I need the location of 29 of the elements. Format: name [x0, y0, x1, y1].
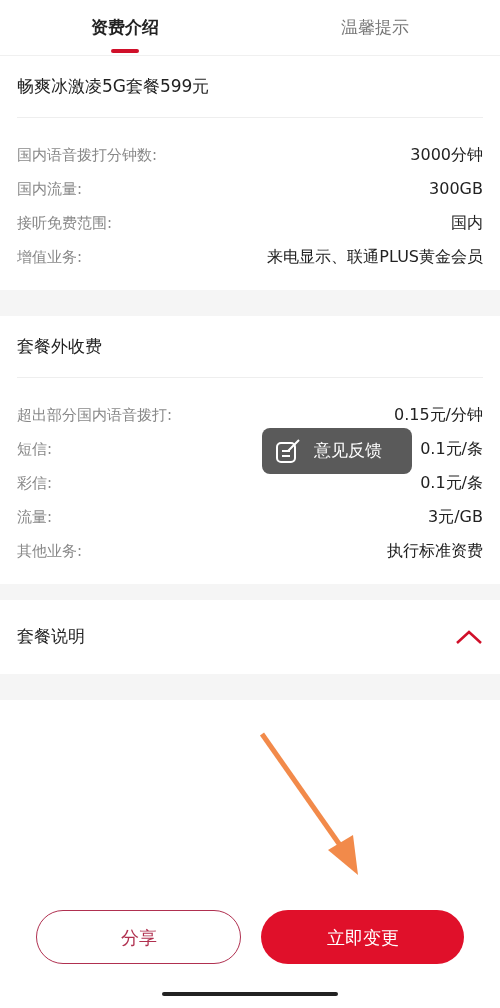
row-label: 接听免费范围: [17, 212, 113, 234]
row-label: 流量: [17, 506, 53, 528]
row-value: 执行标准资费 [387, 540, 483, 562]
row-value: 来电显示、联通PLUS黄金会员 [267, 246, 483, 268]
row-value: 3元/GB [428, 506, 483, 528]
section-title: 畅爽冰激凌5G套餐599元 [17, 74, 210, 98]
tab-indicator [111, 49, 139, 53]
row-value: 300GB [429, 178, 483, 200]
row-label: 彩信: [17, 472, 53, 494]
edit-icon [274, 437, 302, 465]
row-label: 国内语音拨打分钟数: [17, 144, 158, 166]
row-label: 其他业务: [17, 540, 83, 562]
row-value: 0.15元/分钟 [394, 404, 483, 426]
description-header[interactable]: 套餐说明 [0, 600, 500, 674]
feedback-button[interactable]: 意见反馈 [262, 428, 412, 474]
tab[interactable]: 温馨提示 [250, 0, 500, 55]
row-value: 0.1元/条 [420, 472, 483, 494]
row-value: 0.1元/条 [420, 438, 483, 460]
row-label: 短信: [17, 438, 53, 460]
share-button[interactable]: 分享 [36, 910, 241, 964]
row-label: 国内流量: [17, 178, 83, 200]
row-label: 超出部分国内语音拨打: [17, 404, 173, 426]
row-label: 增值业务: [17, 246, 83, 268]
chevron-up-icon [455, 629, 483, 645]
section-title: 套餐外收费 [17, 334, 102, 358]
tab[interactable]: 资费介绍 [0, 0, 250, 55]
row-value: 3000分钟 [410, 144, 483, 166]
change-button[interactable]: 立即变更 [261, 910, 464, 964]
row-value: 国内 [451, 212, 483, 234]
